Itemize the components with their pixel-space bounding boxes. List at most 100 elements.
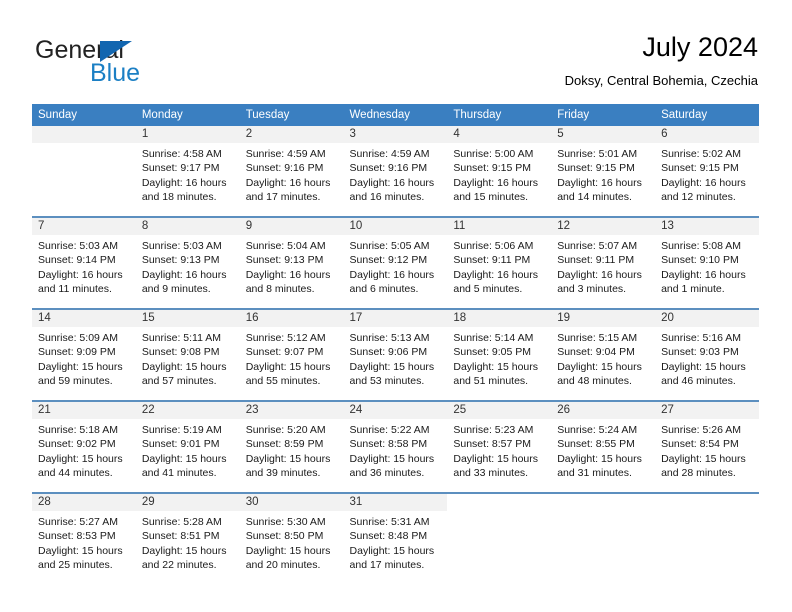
- day-number: 5: [551, 126, 656, 143]
- day-sunset-text: Sunset: 9:06 PM: [349, 346, 428, 359]
- calendar-day-6[interactable]: 6 Sunrise: 5:02 AM Sunset: 9:15 PM Daylight…: [655, 126, 759, 214]
- day-sunrise-text: Sunrise: 5:14 AM: [453, 332, 534, 344]
- logo-text-blue: Blue: [90, 59, 141, 87]
- calendar-cell: 12 Sunrise: 5:07 AM Sunset: 9:11 PM Dayligh…: [551, 216, 656, 309]
- day-daylight-2-text: and 55 minutes.: [245, 374, 321, 387]
- calendar-day-12[interactable]: 12 Sunrise: 5:07 AM Sunset: 9:11 PM Dayligh…: [551, 218, 656, 306]
- calendar-day-9[interactable]: 9 Sunrise: 5:04 AM Sunset: 9:13 PM Daylight…: [239, 218, 344, 306]
- day-sunrise-text: Sunrise: 5:01 AM: [557, 148, 638, 160]
- calendar-day-4[interactable]: 4 Sunrise: 5:00 AM Sunset: 9:15 PM Daylight…: [447, 126, 552, 214]
- day-sunrise-text: Sunrise: 5:31 AM: [349, 516, 430, 528]
- calendar-cell: 15 Sunrise: 5:11 AM Sunset: 9:08 PM Dayligh…: [135, 308, 240, 401]
- day-sunrise-text: Sunrise: 5:16 AM: [661, 332, 742, 344]
- calendar-day-27[interactable]: 27 Sunrise: 5:26 AM Sunset: 8:54 PM Dayligh…: [655, 402, 759, 490]
- calendar-body: 1 Sunrise: 4:58 AM Sunset: 9:17 PM Daylight…: [32, 126, 759, 584]
- calendar-day-15[interactable]: 15 Sunrise: 5:11 AM Sunset: 9:08 PM Dayligh…: [135, 310, 240, 398]
- page-title: July 2024: [642, 32, 758, 62]
- day-number: 8: [135, 218, 240, 235]
- calendar-day-29[interactable]: 29 Sunrise: 5:28 AM Sunset: 8:51 PM Dayligh…: [135, 494, 240, 582]
- day-daylight-1-text: Daylight: 16 hours: [38, 268, 123, 281]
- day-daylight-1-text: Daylight: 16 hours: [245, 176, 331, 189]
- calendar-week-row: 1 Sunrise: 4:58 AM Sunset: 9:17 PM Daylight…: [32, 126, 759, 217]
- calendar-day-8[interactable]: 8 Sunrise: 5:03 AM Sunset: 9:13 PM Daylight…: [135, 218, 240, 306]
- calendar-day-24[interactable]: 24 Sunrise: 5:22 AM Sunset: 8:58 PM Dayligh…: [343, 402, 448, 490]
- day-number: [32, 126, 136, 143]
- calendar-day-1[interactable]: 1 Sunrise: 4:58 AM Sunset: 9:17 PM Daylight…: [135, 126, 240, 214]
- day-sun-info: Sunrise: 5:18 AM Sunset: 9:02 PM Daylight:…: [32, 419, 136, 480]
- day-sunset-text: Sunset: 9:17 PM: [141, 162, 220, 175]
- day-daylight-2-text: and 25 minutes.: [38, 558, 113, 571]
- day-sun-info: [551, 511, 655, 515]
- day-sunrise-text: Sunrise: 5:02 AM: [661, 148, 742, 160]
- day-daylight-1-text: Daylight: 15 hours: [141, 360, 227, 373]
- calendar-day-22[interactable]: 22 Sunrise: 5:19 AM Sunset: 9:01 PM Dayligh…: [135, 402, 240, 490]
- calendar-day-25[interactable]: 25 Sunrise: 5:23 AM Sunset: 8:57 PM Dayligh…: [447, 402, 552, 490]
- day-sun-info: Sunrise: 4:58 AM Sunset: 9:17 PM Daylight:…: [136, 143, 240, 204]
- day-number: 10: [343, 218, 448, 235]
- day-sun-info: [32, 143, 136, 147]
- day-number: 7: [32, 218, 136, 235]
- calendar-day-30[interactable]: 30 Sunrise: 5:30 AM Sunset: 8:50 PM Dayligh…: [239, 494, 344, 582]
- day-daylight-2-text: and 36 minutes.: [349, 466, 425, 479]
- calendar-day-5[interactable]: 5 Sunrise: 5:01 AM Sunset: 9:15 PM Daylight…: [551, 126, 656, 214]
- day-daylight-2-text: and 5 minutes.: [453, 282, 523, 295]
- day-sunrise-text: Sunrise: 5:15 AM: [557, 332, 638, 344]
- day-sunrise-text: Sunrise: 5:20 AM: [245, 424, 326, 436]
- day-sun-info: Sunrise: 5:11 AM Sunset: 9:08 PM Daylight:…: [136, 327, 240, 388]
- calendar-day-10[interactable]: 10 Sunrise: 5:05 AM Sunset: 9:12 PM Dayligh…: [343, 218, 448, 306]
- calendar-day-26[interactable]: 26 Sunrise: 5:24 AM Sunset: 8:55 PM Dayligh…: [551, 402, 656, 490]
- day-sunrise-text: Sunrise: 5:30 AM: [245, 516, 326, 528]
- day-sun-info: [447, 511, 551, 515]
- day-number: [655, 494, 759, 511]
- calendar-day-23[interactable]: 23 Sunrise: 5:20 AM Sunset: 8:59 PM Dayligh…: [239, 402, 344, 490]
- day-sunrise-text: Sunrise: 5:06 AM: [453, 240, 534, 252]
- day-sunrise-text: Sunrise: 5:07 AM: [557, 240, 638, 252]
- day-sunset-text: Sunset: 9:11 PM: [557, 254, 635, 267]
- day-sunrise-text: Sunrise: 5:03 AM: [38, 240, 118, 252]
- calendar-cell: 21 Sunrise: 5:18 AM Sunset: 9:02 PM Dayligh…: [32, 400, 136, 493]
- calendar-day-7[interactable]: 7 Sunrise: 5:03 AM Sunset: 9:14 PM Daylight…: [32, 218, 136, 306]
- day-number: 11: [447, 218, 552, 235]
- day-sunrise-text: Sunrise: 5:11 AM: [141, 332, 222, 344]
- calendar-cell: 14 Sunrise: 5:09 AM Sunset: 9:09 PM Dayligh…: [32, 308, 136, 401]
- day-sunset-text: Sunset: 9:13 PM: [141, 254, 220, 267]
- day-sunset-text: Sunset: 9:11 PM: [453, 254, 531, 267]
- day-number: 14: [32, 310, 136, 327]
- day-number: 9: [239, 218, 344, 235]
- calendar-cell: 22 Sunrise: 5:19 AM Sunset: 9:01 PM Dayligh…: [135, 400, 240, 493]
- calendar-day-19[interactable]: 19 Sunrise: 5:15 AM Sunset: 9:04 PM Dayligh…: [551, 310, 656, 398]
- day-sunset-text: Sunset: 8:58 PM: [349, 438, 428, 451]
- day-sunset-text: Sunset: 8:50 PM: [245, 530, 324, 543]
- calendar-day-14[interactable]: 14 Sunrise: 5:09 AM Sunset: 9:09 PM Dayligh…: [32, 310, 136, 398]
- calendar-day-31[interactable]: 31 Sunrise: 5:31 AM Sunset: 8:48 PM Dayligh…: [343, 494, 448, 582]
- day-number: 22: [135, 402, 240, 419]
- calendar-day-21[interactable]: 21 Sunrise: 5:18 AM Sunset: 9:02 PM Dayligh…: [32, 402, 136, 490]
- weekday-header-thursday: Thursday: [447, 104, 552, 126]
- day-daylight-1-text: Daylight: 15 hours: [349, 544, 435, 557]
- calendar-day-20[interactable]: 20 Sunrise: 5:16 AM Sunset: 9:03 PM Dayligh…: [655, 310, 759, 398]
- day-daylight-2-text: and 14 minutes.: [557, 190, 632, 203]
- general-blue-logo[interactable]: General Blue: [32, 36, 262, 92]
- day-daylight-2-text: and 39 minutes.: [245, 466, 321, 479]
- day-number: 15: [135, 310, 240, 327]
- day-number: 24: [343, 402, 448, 419]
- day-daylight-1-text: Daylight: 16 hours: [453, 268, 539, 281]
- calendar-day-3[interactable]: 3 Sunrise: 4:59 AM Sunset: 9:16 PM Daylight…: [343, 126, 448, 214]
- day-sun-info: Sunrise: 5:00 AM Sunset: 9:15 PM Daylight:…: [447, 143, 551, 204]
- day-daylight-2-text: and 9 minutes.: [141, 282, 211, 295]
- calendar-cell: [447, 492, 552, 584]
- day-number: 23: [239, 402, 344, 419]
- calendar-day-18[interactable]: 18 Sunrise: 5:14 AM Sunset: 9:05 PM Dayligh…: [447, 310, 552, 398]
- day-number: 16: [239, 310, 344, 327]
- day-sunset-text: Sunset: 9:10 PM: [661, 254, 739, 267]
- day-number: 21: [32, 402, 136, 419]
- day-sunrise-text: Sunrise: 5:24 AM: [557, 424, 638, 436]
- day-daylight-1-text: Daylight: 15 hours: [661, 360, 746, 373]
- calendar-day-11[interactable]: 11 Sunrise: 5:06 AM Sunset: 9:11 PM Dayligh…: [447, 218, 552, 306]
- calendar-day-17[interactable]: 17 Sunrise: 5:13 AM Sunset: 9:06 PM Dayligh…: [343, 310, 448, 398]
- calendar-day-28[interactable]: 28 Sunrise: 5:27 AM Sunset: 8:53 PM Dayligh…: [32, 494, 136, 582]
- calendar-day-13[interactable]: 13 Sunrise: 5:08 AM Sunset: 9:10 PM Dayligh…: [655, 218, 759, 306]
- calendar-day-2[interactable]: 2 Sunrise: 4:59 AM Sunset: 9:16 PM Daylight…: [239, 126, 344, 214]
- calendar-cell: 9 Sunrise: 5:04 AM Sunset: 9:13 PM Daylight…: [239, 216, 344, 309]
- calendar-day-16[interactable]: 16 Sunrise: 5:12 AM Sunset: 9:07 PM Dayligh…: [239, 310, 344, 398]
